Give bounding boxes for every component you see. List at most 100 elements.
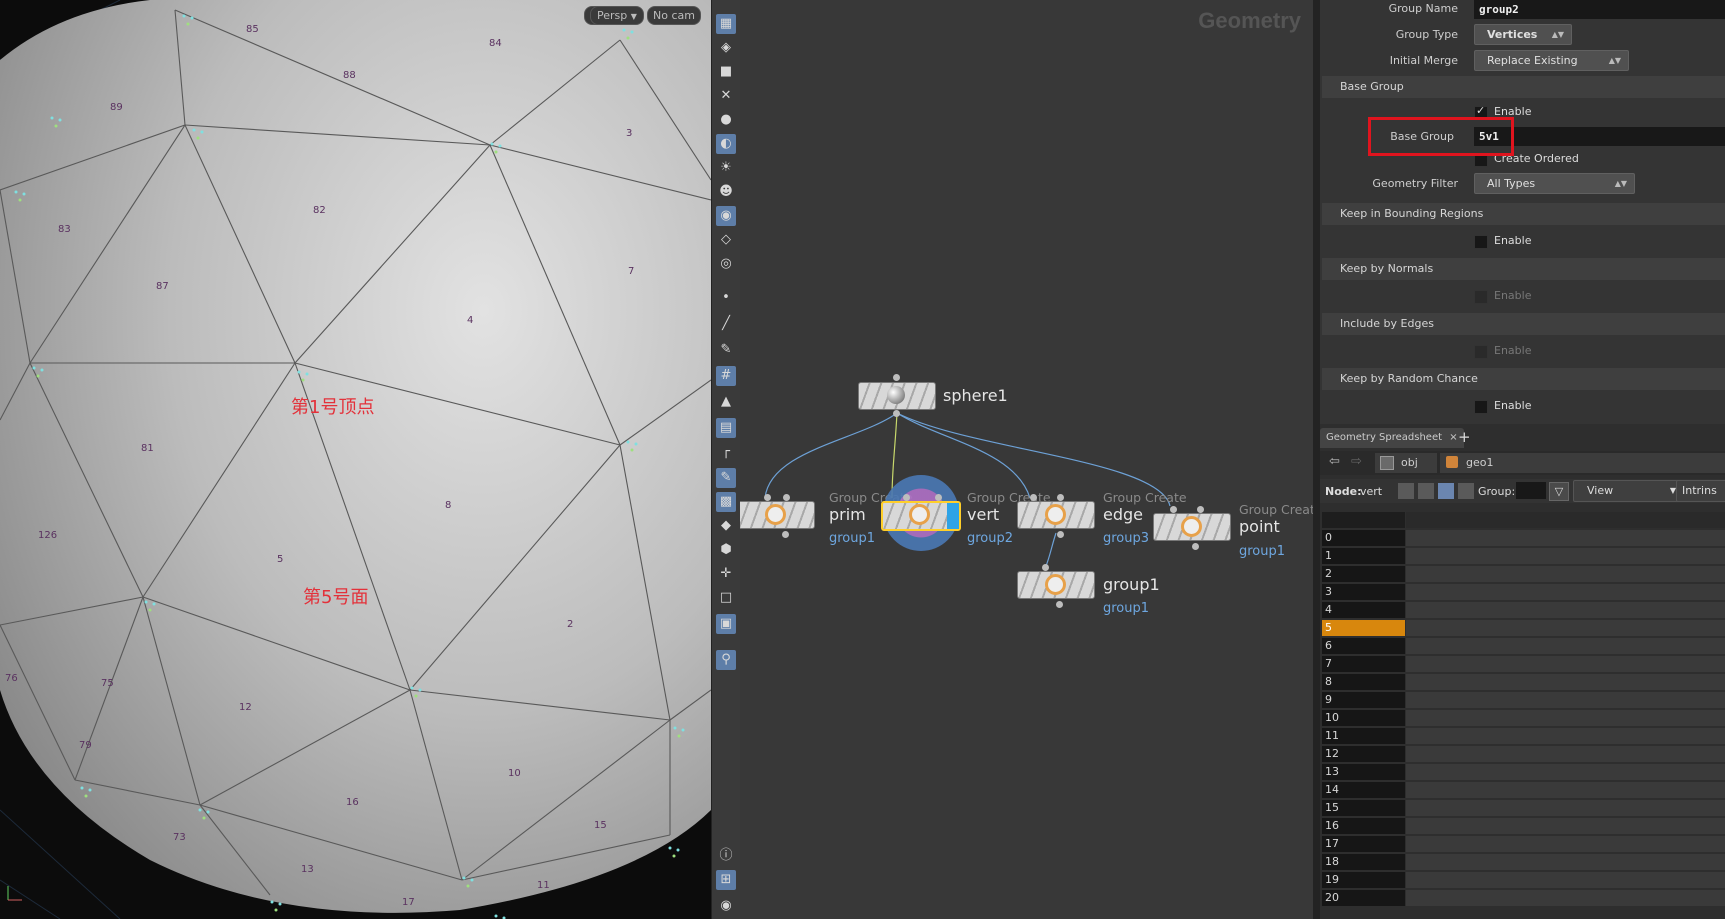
layout-icon[interactable]: ⊞	[716, 870, 736, 890]
table-row[interactable]: 13	[1322, 764, 1405, 780]
node-port[interactable]	[935, 494, 942, 501]
table-row[interactable]: 15	[1322, 800, 1405, 816]
points-mode-icon[interactable]	[1398, 483, 1414, 499]
row-cells[interactable]	[1406, 854, 1725, 870]
node-port[interactable]	[783, 494, 790, 501]
row-cells[interactable]	[1406, 602, 1725, 618]
view-icon[interactable]: ◈	[716, 38, 736, 58]
row-cells[interactable]	[1406, 710, 1725, 726]
pin-icon[interactable]: ⚲	[716, 650, 736, 670]
group-type-menu[interactable]: Vertices ▲▼	[1474, 24, 1572, 45]
camera-view-dropdown[interactable]: Persp ▼	[590, 6, 644, 25]
node-edge-name[interactable]: edge	[1103, 505, 1143, 524]
shading-icon[interactable]: ●	[716, 110, 736, 130]
node-port[interactable]	[1056, 601, 1063, 608]
checker-icon[interactable]: ▩	[716, 492, 736, 512]
random-enable-checkbox[interactable]	[1474, 400, 1488, 414]
stop-icon[interactable]: □	[716, 588, 736, 608]
node-port[interactable]	[1057, 531, 1064, 538]
group-filter-input[interactable]	[1516, 482, 1546, 499]
light-bulb-icon[interactable]: ☀	[716, 158, 736, 178]
row-cells[interactable]	[1406, 782, 1725, 798]
close-icon[interactable]: ×	[1449, 432, 1457, 443]
table-row[interactable]: 20	[1322, 890, 1405, 906]
node-vert-name[interactable]: vert	[967, 505, 999, 524]
filter-icon[interactable]: ▽	[1549, 482, 1569, 501]
number-grid-icon[interactable]: ▤	[716, 418, 736, 438]
node-group1-name[interactable]: group1	[1103, 575, 1160, 594]
bounding-enable-checkbox[interactable]	[1474, 235, 1488, 249]
eye-icon[interactable]: ◉	[716, 896, 736, 916]
brush-icon[interactable]: ╱	[716, 314, 736, 334]
node-prim-name[interactable]: prim	[829, 505, 866, 524]
tab-geometry-spreadsheet[interactable]: Geometry Spreadsheet ×	[1320, 428, 1464, 448]
info-icon[interactable]: ⓘ	[716, 846, 736, 866]
table-row[interactable]: 0	[1322, 530, 1405, 546]
row-cells[interactable]	[1406, 674, 1725, 690]
viewport-canvas[interactable]	[0, 0, 711, 919]
table-row[interactable]: 10	[1322, 710, 1405, 726]
node-sphere1-name[interactable]: sphere1	[943, 386, 1008, 405]
table-row[interactable]: 3	[1322, 584, 1405, 600]
path-geo-crumb[interactable]: geo1	[1440, 453, 1725, 473]
node-port[interactable]	[764, 494, 771, 501]
node-port[interactable]	[1170, 506, 1177, 513]
random-section[interactable]: Keep by Random Chance	[1322, 368, 1725, 390]
table-row[interactable]: 17	[1322, 836, 1405, 852]
back-arrow-icon[interactable]: ⇦	[1329, 454, 1340, 469]
base-group-section[interactable]: Base Group	[1322, 76, 1725, 98]
node-port[interactable]	[893, 410, 900, 417]
network-editor[interactable]: Geometry sphere1 prim Group Create group1 ve…	[740, 0, 1313, 919]
number-icon[interactable]: #	[716, 366, 736, 386]
table-row[interactable]: 16	[1322, 818, 1405, 834]
pen-icon[interactable]: ✎	[716, 340, 736, 360]
bounding-section[interactable]: Keep in Bounding Regions	[1322, 203, 1725, 225]
paint-icon[interactable]: ▲	[716, 392, 736, 412]
node-vert-group-name[interactable]: group2	[967, 531, 1013, 546]
row-cells[interactable]	[1406, 638, 1725, 654]
primitives-mode-icon[interactable]	[1438, 483, 1454, 499]
display-flag[interactable]	[947, 503, 959, 529]
row-cells[interactable]	[1406, 692, 1725, 708]
node-port[interactable]	[1197, 506, 1204, 513]
pane-divider[interactable]	[1313, 0, 1320, 919]
camera-select-dropdown[interactable]: No cam	[647, 6, 701, 25]
forward-arrow-icon[interactable]: ⇨	[1351, 454, 1362, 469]
node-prim-group-name[interactable]: group1	[829, 531, 875, 546]
table-row[interactable]: 1	[1322, 548, 1405, 564]
row-cells[interactable]	[1406, 836, 1725, 852]
table-row[interactable]: 4	[1322, 602, 1405, 618]
lock-icon[interactable]: ■	[716, 62, 736, 82]
table-row[interactable]: 2	[1322, 566, 1405, 582]
normals-section[interactable]: Keep by Normals	[1322, 258, 1725, 280]
row-cells[interactable]	[1406, 530, 1725, 546]
row-cells[interactable]	[1406, 656, 1725, 672]
plane-icon[interactable]: ◆	[716, 516, 736, 536]
row-cells[interactable]	[1406, 620, 1725, 636]
image-icon[interactable]: ▣	[716, 614, 736, 634]
table-row[interactable]: 19	[1322, 872, 1405, 888]
table-row[interactable]: 9	[1322, 692, 1405, 708]
snap-icon[interactable]: ✕	[716, 86, 736, 106]
vertices-mode-icon[interactable]	[1418, 483, 1434, 499]
add-tab-button[interactable]: +	[1458, 428, 1471, 446]
view-menu[interactable]: View ▼	[1573, 480, 1683, 502]
geo-icon[interactable]: ⬢	[716, 540, 736, 560]
table-row[interactable]: 7	[1322, 656, 1405, 672]
display-options-icon[interactable]: ◎	[716, 254, 736, 274]
row-cells[interactable]	[1406, 728, 1725, 744]
node-point-group-name[interactable]: group1	[1239, 544, 1285, 559]
point-icon[interactable]: •	[716, 288, 736, 308]
initial-merge-menu[interactable]: Replace Existing ▲▼	[1474, 50, 1629, 71]
edges-section[interactable]: Include by Edges	[1322, 313, 1725, 335]
table-row[interactable]: 14	[1322, 782, 1405, 798]
path-obj-crumb[interactable]: obj	[1375, 453, 1437, 473]
table-row[interactable]: 18	[1322, 854, 1405, 870]
table-row[interactable]: 5	[1322, 620, 1405, 636]
guide-icon[interactable]: ┌	[716, 442, 736, 462]
row-cells[interactable]	[1406, 584, 1725, 600]
table-row[interactable]: 6	[1322, 638, 1405, 654]
node-port[interactable]	[903, 494, 910, 501]
node-port[interactable]	[1057, 494, 1064, 501]
node-edge-group-name[interactable]: group3	[1103, 531, 1149, 546]
